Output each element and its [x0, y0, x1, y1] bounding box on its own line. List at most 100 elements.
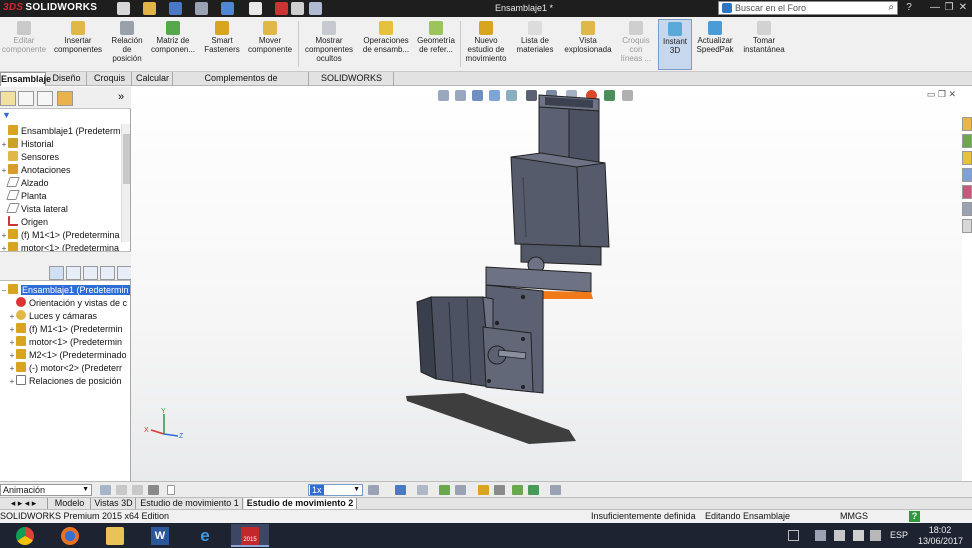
search-icon[interactable]: ⌕	[888, 2, 894, 14]
update-speedpak-button[interactable]: Actualizar SpeedPak	[694, 19, 736, 70]
open-folder-icon[interactable]	[143, 2, 156, 15]
timeline-slider[interactable]	[167, 485, 175, 495]
scrollbar-thumb[interactable]	[123, 134, 130, 184]
taskbar-firefox[interactable]	[51, 524, 89, 547]
tree-filter[interactable]: ▼	[0, 110, 131, 121]
tree-item-front-plane[interactable]: Alzado	[0, 177, 124, 190]
play-from-start-icon[interactable]	[116, 485, 127, 495]
appearances-icon[interactable]	[962, 185, 972, 199]
motion-item-m2[interactable]: + M2<1> (Predeterminado	[0, 349, 131, 362]
motion-study-properties-icon[interactable]	[550, 485, 561, 495]
move-component-button[interactable]: Mover componente	[244, 19, 296, 70]
display-manager-tab-icon[interactable]	[57, 91, 73, 106]
component-pattern-button[interactable]: Matriz de componen...	[148, 19, 198, 70]
autokey-icon[interactable]	[439, 485, 450, 495]
assembly-features-button[interactable]: Operaciones de ensamb...	[360, 19, 412, 70]
motor-icon[interactable]	[478, 485, 489, 495]
rebuild-icon[interactable]	[275, 2, 288, 15]
tab-croquis[interactable]: Croquis	[88, 72, 132, 86]
tree-item-right-plane[interactable]: Vista lateral	[0, 203, 124, 216]
action-center-icon[interactable]	[815, 530, 826, 541]
tree-item-origin[interactable]: Origen	[0, 216, 124, 229]
restore-button[interactable]: ❐	[942, 2, 956, 14]
stop-icon[interactable]	[148, 485, 159, 495]
graphics-area[interactable]: ▭ ❐ ✕ Y Z X	[131, 87, 962, 481]
taskbar-word[interactable]: W	[141, 524, 179, 547]
file-properties-icon[interactable]	[291, 2, 304, 15]
gravity-icon[interactable]	[528, 485, 539, 495]
tab-solidworks-mbd[interactable]: SOLIDWORKS MBD	[310, 72, 394, 96]
taskbar-internet-explorer[interactable]: e	[186, 524, 224, 547]
tab-diseno[interactable]: Diseño	[47, 72, 87, 86]
filter-animation-icon[interactable]	[49, 266, 64, 280]
tree-item-sensors[interactable]: Sensores	[0, 151, 124, 164]
tree-item-top-plane[interactable]: Planta	[0, 190, 124, 203]
select-pointer-icon[interactable]	[249, 2, 262, 15]
configuration-manager-tab-icon[interactable]	[37, 91, 53, 106]
system-clock[interactable]: 18:02 13/06/2017	[918, 525, 963, 547]
assembly-3d-model[interactable]: Y Z X	[131, 87, 962, 481]
exploded-view-button[interactable]: Vista explosionada	[560, 19, 616, 70]
reference-geometry-button[interactable]: Geometría de refer...	[414, 19, 458, 70]
calculate-icon[interactable]	[100, 485, 111, 495]
study-type-select[interactable]: Animación ▼	[0, 484, 92, 496]
network-icon[interactable]	[834, 530, 845, 541]
animation-wizard-icon[interactable]	[417, 485, 428, 495]
undo-icon[interactable]	[221, 2, 234, 15]
tray-expand-icon[interactable]	[788, 530, 799, 541]
close-button[interactable]: ✕	[956, 2, 970, 14]
instant-3d-button[interactable]: Instant 3D	[658, 19, 692, 70]
edit-component-button[interactable]: Editar componente	[2, 19, 46, 70]
smart-fasteners-button[interactable]: Smart Fasteners	[202, 19, 242, 70]
taskbar-chrome[interactable]	[6, 524, 44, 547]
print-icon[interactable]	[195, 2, 208, 15]
insert-components-button[interactable]: Insertar componentes	[50, 19, 106, 70]
file-explorer-pane-icon[interactable]	[962, 151, 972, 165]
forum-icon[interactable]	[962, 219, 972, 233]
tree-item-m1[interactable]: + (f) M1<1> (Predetermina	[0, 229, 124, 242]
feature-tree-scrollbar[interactable]	[121, 124, 130, 242]
battery-icon[interactable]	[870, 530, 881, 541]
bill-of-materials-button[interactable]: Lista de materiales	[514, 19, 556, 70]
forum-search-input[interactable]: Buscar en el Foro ⌕	[718, 1, 898, 15]
motion-item-m1[interactable]: + (f) M1<1> (Predetermin	[0, 323, 131, 336]
spring-icon[interactable]	[494, 485, 505, 495]
input-language[interactable]: ESP	[890, 530, 908, 540]
design-library-icon[interactable]	[962, 134, 972, 148]
motion-item-orientation[interactable]: Orientación y vistas de c	[0, 297, 131, 310]
help-icon[interactable]: ?	[902, 2, 916, 14]
add-key-icon[interactable]	[455, 485, 466, 495]
taskbar-solidworks[interactable]: 2015	[231, 524, 269, 547]
taskbar-file-explorer[interactable]	[96, 524, 134, 547]
filter-icon[interactable]: ▼	[2, 110, 11, 120]
collapse-tree-icon[interactable]	[117, 266, 132, 280]
tab-complementos[interactable]: Complementos de SOLIDWORKS	[174, 72, 309, 96]
expand-panel-icon[interactable]: »	[118, 91, 124, 103]
view-palette-icon[interactable]	[962, 168, 972, 182]
new-motion-study-button[interactable]: Nuevo estudio de movimiento	[462, 19, 510, 70]
volume-icon[interactable]	[853, 530, 864, 541]
show-hidden-components-button[interactable]: Mostrar componentes ocultos	[301, 19, 357, 70]
playback-mode-icon[interactable]	[368, 485, 379, 495]
feature-manager-tab-icon[interactable]	[0, 91, 16, 106]
save-animation-icon[interactable]	[395, 485, 406, 495]
take-snapshot-button[interactable]: Tomar instantánea	[740, 19, 788, 70]
tab-ensamblaje[interactable]: Ensamblaje	[0, 72, 51, 86]
solidworks-logo[interactable]: 3DS SOLIDWORKS	[3, 2, 97, 15]
units-selector[interactable]: MMGS	[840, 510, 868, 523]
help-icon[interactable]: ?	[909, 511, 920, 522]
contact-icon[interactable]	[512, 485, 523, 495]
explode-line-sketch-button[interactable]: Croquis con líneas ...	[618, 19, 654, 70]
motion-item-motor2[interactable]: + (-) motor<2> (Predeterr	[0, 362, 131, 375]
playback-speed-select[interactable]: 1x ▼	[308, 484, 363, 496]
mate-button[interactable]: Relación de posición	[108, 19, 146, 70]
filter-results-icon[interactable]	[100, 266, 115, 280]
motion-item-motor1[interactable]: + motor<1> (Predetermin	[0, 336, 131, 349]
custom-properties-icon[interactable]	[962, 202, 972, 216]
options-icon[interactable]	[309, 2, 322, 15]
new-document-icon[interactable]	[117, 2, 130, 15]
tree-item-assembly[interactable]: Ensamblaje1 (Predeterminad	[0, 125, 124, 138]
save-icon[interactable]	[169, 2, 182, 15]
tab-calcular[interactable]: Calcular	[133, 72, 173, 86]
filter-driving-icon[interactable]	[66, 266, 81, 280]
